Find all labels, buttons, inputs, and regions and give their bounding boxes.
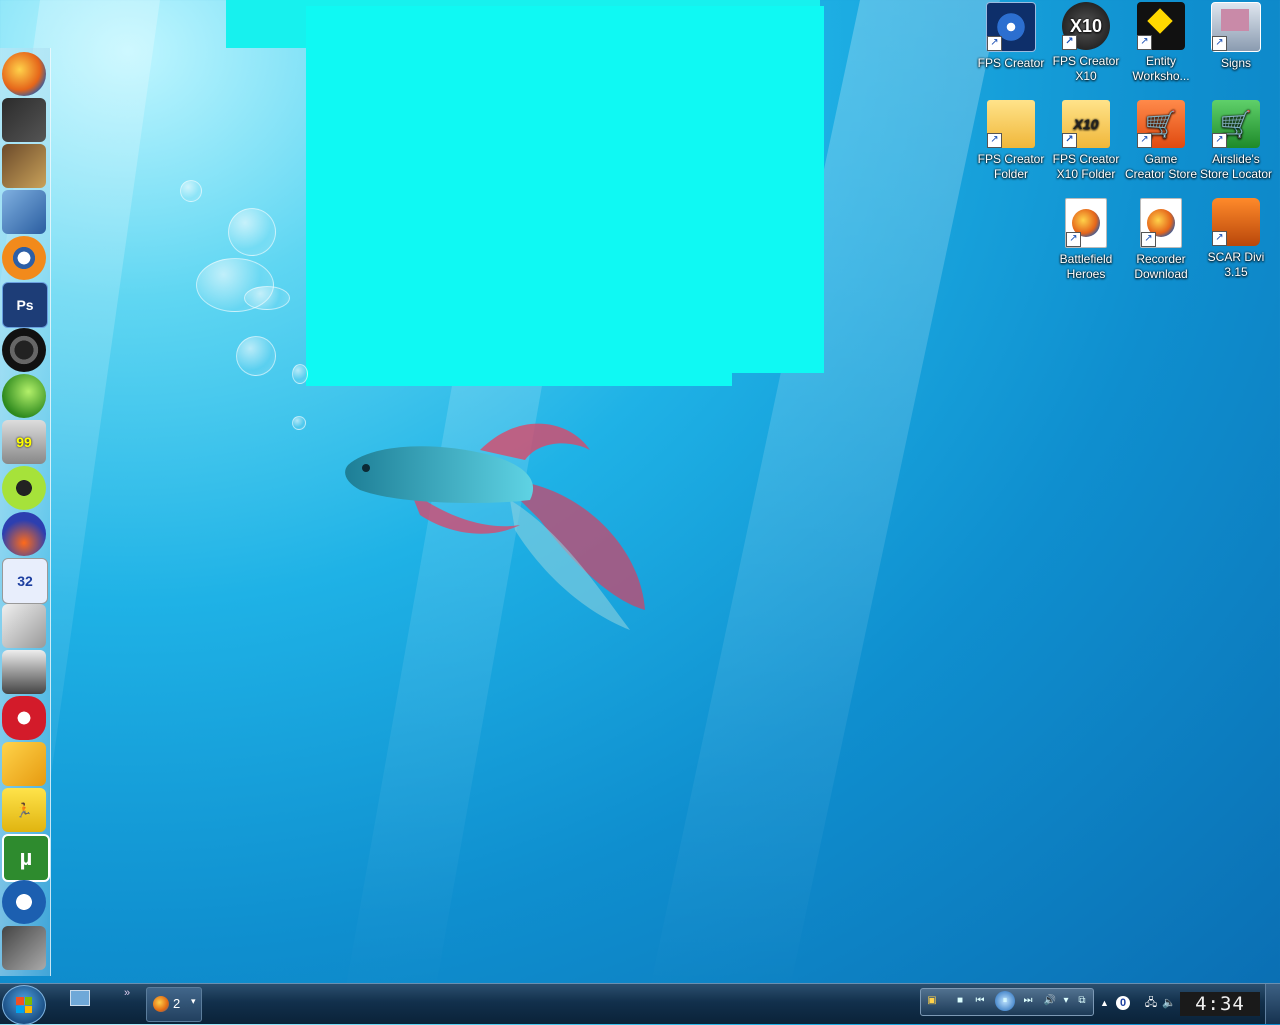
firefox-icon [153,996,169,1012]
restore-icon[interactable]: ⧉ [1075,994,1089,1008]
dock-webcam-icon[interactable] [2,328,46,372]
dock-firefox-icon[interactable] [2,52,46,96]
firefox-document-icon: ↗ [1065,198,1107,248]
shortcut-arrow-icon: ↗ [1137,35,1152,50]
media-restore-icon[interactable]: ▣ [925,994,939,1008]
desktop-icon-fps-creator-x10-folder[interactable]: X10 ↗ FPS Creator X10 Folder [1049,100,1123,182]
desktop-icon-label: Game Creator Store [1124,152,1198,181]
desktop-icon-label: Signs [1220,56,1252,70]
fps-creator-x10-icon: X10 ↗ [1062,2,1110,50]
bubble [236,336,276,376]
desktop-icon-battlefield-heroes[interactable]: ↗ Battlefield Heroes [1049,198,1123,282]
windows-flag-icon [16,997,32,1013]
desktop-icon-signs[interactable]: ↗ Signs [1199,2,1273,71]
dock-audacity-icon[interactable] [2,512,46,556]
stop-icon[interactable]: ■ [953,994,967,1008]
cyan-overlay-block [306,6,824,373]
desktop-icon-entity-workshop[interactable]: ↗ Entity Worksho... [1124,2,1198,84]
bubble [180,180,202,202]
desktop-icon-label: FPS Creator Folder [977,152,1045,181]
quicklaunch-more-button[interactable]: » [124,987,130,999]
next-icon[interactable]: ⏭ [1021,994,1035,1008]
chevron-down-icon: ▾ [191,996,196,1006]
dock-fraps-monitor-icon[interactable]: 99 [2,420,46,464]
dock-gamepad-icon[interactable] [2,742,46,786]
entity-workshop-icon: ↗ [1137,2,1185,50]
show-desktop-quicklaunch-icon[interactable] [70,990,90,1006]
dock-photoshop-icon[interactable]: Ps [2,282,48,328]
dock-document-stack-icon[interactable] [2,604,46,648]
dock-lips-icon[interactable] [2,696,46,740]
store-locator-icon: 🛒 ↗ [1212,100,1260,148]
desktop-icon-label: SCAR Divi 3.15 [1207,250,1265,279]
previous-icon[interactable]: ⏮ [973,994,987,1008]
dock-utorrent-icon[interactable]: µ [2,834,50,882]
dock-xfire-icon[interactable] [2,466,46,510]
shortcut-arrow-icon: ↗ [987,133,1002,148]
shortcut-arrow-icon: ↗ [1141,232,1156,247]
dock-calendar-32-icon[interactable]: 32 [2,558,48,604]
speaker-icon[interactable]: 🔈 [1162,996,1176,1010]
bubble [292,416,306,430]
cyan-overlay-block-bottom [306,366,732,386]
shortcut-arrow-icon: ↗ [1212,36,1227,51]
desktop-icon-fps-creator-folder[interactable]: ↗ FPS Creator Folder [974,100,1048,182]
scar-bulldozer-icon: ↗ [1212,198,1260,246]
desktop-icon-label: FPS Creator [977,56,1045,70]
clock[interactable]: 4:34 [1180,992,1260,1016]
shortcut-arrow-icon: ↗ [1212,231,1227,246]
window-count-label: 2 [173,996,181,1011]
taskbar-firefox-group-button[interactable]: 2 ▾ [146,987,202,1022]
dock-media-player-icon[interactable] [2,880,46,924]
desktop-icon-recorder-download[interactable]: ↗ Recorder Download [1124,198,1198,282]
bubble [292,364,308,384]
shortcut-arrow-icon: ↗ [1137,133,1152,148]
folder-x10-icon: X10 ↗ [1062,100,1110,148]
chevron-down-icon[interactable]: ▾ [1059,994,1073,1008]
desktop-icon-scar-divi[interactable]: ↗ SCAR Divi 3.15 [1199,198,1273,280]
desktop-icon-label: Recorder Download [1134,252,1188,281]
taskbar: » 2 ▾ ▣ ■ ⏮ ⏸ ⏭ 🔊 ▾ ⧉ ▲ 0 🖧 🔈 4:34 [0,983,1280,1025]
desktop-icon-label: Airslide's Store Locator [1199,152,1273,181]
desktop-icon-game-creator-store[interactable]: 🛒 ↗ Game Creator Store [1124,100,1198,182]
desktop-icon-label: Battlefield Heroes [1059,252,1113,281]
tray-app-icon[interactable]: 0 [1116,996,1130,1010]
shortcut-arrow-icon: ↗ [1062,35,1077,50]
dock-green-orb-icon[interactable] [2,374,46,418]
dock-map-monitor-icon[interactable] [2,144,46,188]
desktop-icon-fps-creator-x10[interactable]: X10 ↗ FPS Creator X10 [1049,2,1123,84]
firefox-document-icon: ↗ [1140,198,1182,248]
desktop-icon-fps-creator[interactable]: ↗ FPS Creator [974,2,1048,71]
show-desktop-button[interactable] [1265,984,1280,1024]
volume-icon[interactable]: 🔊 [1043,994,1057,1008]
fps-creator-icon: ↗ [986,2,1036,52]
dock-logo-icon[interactable] [2,926,46,970]
shortcut-arrow-icon: ↗ [1066,232,1081,247]
folder-icon: ↗ [987,100,1035,148]
store-cart-icon: 🛒 ↗ [1137,100,1185,148]
network-icon[interactable]: 🖧 [1144,996,1158,1010]
media-player-toolbar: ▣ ■ ⏮ ⏸ ⏭ 🔊 ▾ ⧉ [920,988,1094,1016]
bubble [244,286,290,310]
desktop-icon-label: FPS Creator X10 Folder [1052,152,1120,181]
betta-fish-wallpaper [345,423,645,630]
dock-aim-running-man-icon[interactable]: 🏃 [2,788,46,832]
dock-design-tool-icon[interactable] [2,190,46,234]
signs-icon: ↗ [1211,2,1261,52]
shortcut-arrow-icon: ↗ [987,36,1002,51]
dock-game-apps-icon[interactable] [2,98,46,142]
shortcut-arrow-icon: ↗ [1062,133,1077,148]
desktop-icon-label: FPS Creator X10 [1052,54,1120,83]
desktop-icon-store-locator[interactable]: 🛒 ↗ Airslide's Store Locator [1199,100,1273,182]
dock-blender-icon[interactable] [2,236,46,280]
bubble [228,208,276,256]
desktop-icon-label: Entity Worksho... [1132,54,1190,83]
dock-phone-music-icon[interactable] [2,650,46,694]
tray-expand-icon[interactable]: ▲ [1100,998,1109,1008]
left-dock: Ps 99 32 🏃 µ [0,48,51,976]
shortcut-arrow-icon: ↗ [1212,133,1227,148]
start-button[interactable] [2,985,46,1025]
pause-icon[interactable]: ⏸ [995,991,1015,1011]
